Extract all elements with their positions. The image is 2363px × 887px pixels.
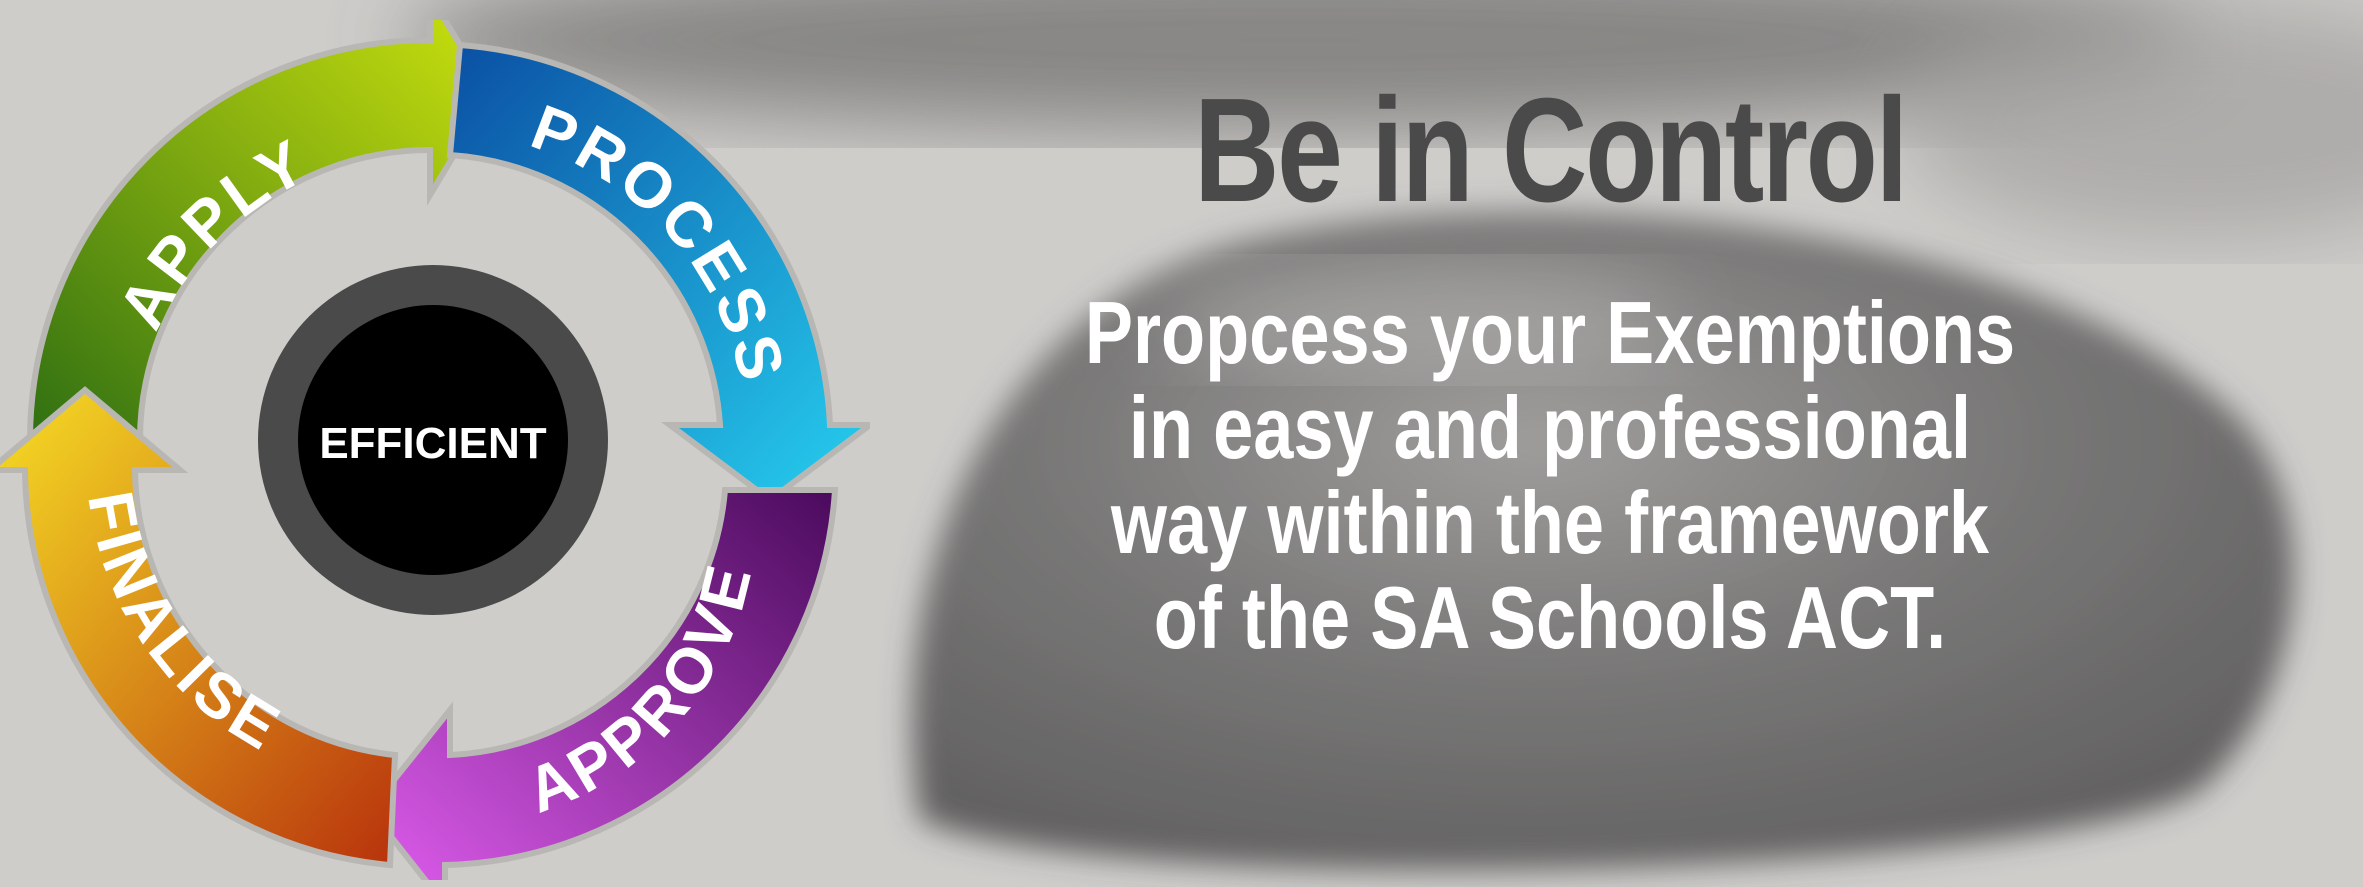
body-line: way within the framework bbox=[1110, 473, 1990, 573]
headline: Be in Control bbox=[1193, 68, 1908, 233]
body-line: in easy and professional bbox=[1128, 378, 1972, 478]
body-line: of the SA Schools ACT. bbox=[1153, 568, 1947, 668]
process-cycle-diagram: APPLY PROCESS APPROVE FINALISE EFFICIENT bbox=[0, 20, 870, 880]
body-copy: Propcess your Exemptions in easy and pro… bbox=[1050, 285, 2050, 665]
banner: APPLY PROCESS APPROVE FINALISE EFFICIENT… bbox=[0, 0, 2363, 887]
center-label: EFFICIENT bbox=[319, 419, 546, 468]
body-line: Propcess your Exemptions bbox=[1084, 283, 2016, 382]
